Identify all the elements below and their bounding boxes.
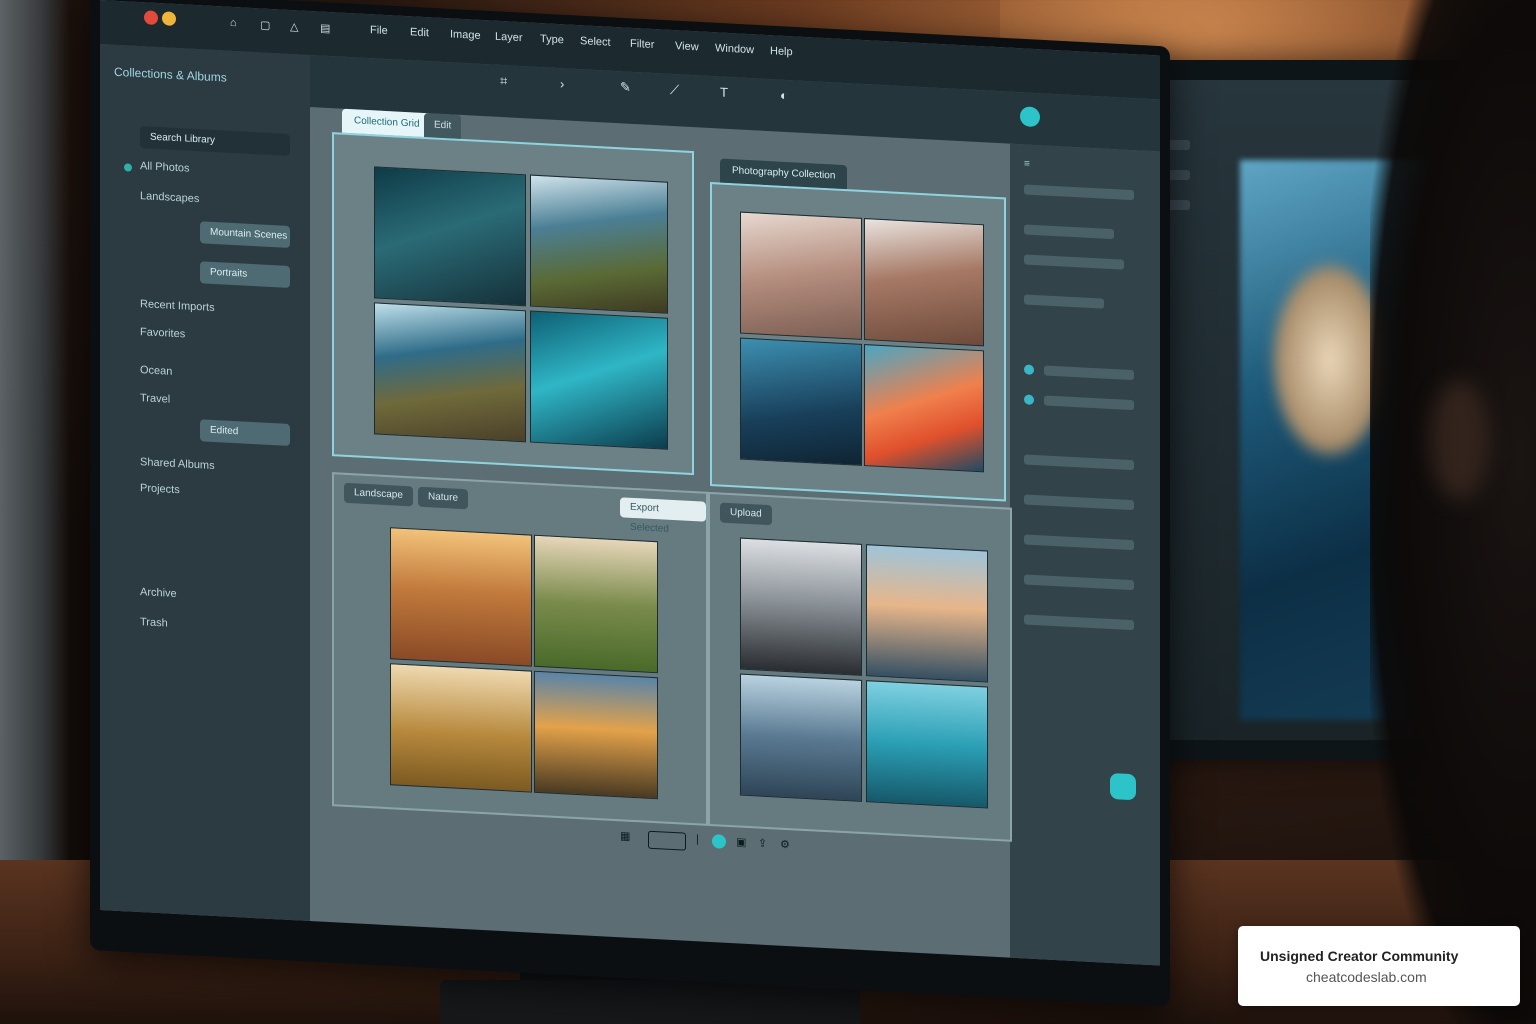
image-icon[interactable]: ▣	[736, 835, 746, 849]
move-icon[interactable]: ›	[560, 76, 564, 91]
sidebar-item-favorites[interactable]: Favorites	[140, 326, 185, 340]
thumbnail-mountain-lake[interactable]	[530, 174, 668, 314]
grid-view-icon[interactable]: ▦	[620, 829, 630, 843]
panels-icon[interactable]: ▤	[320, 22, 330, 36]
sidebar-item-projects[interactable]: Projects	[140, 482, 180, 496]
thumbnail-orange-figure[interactable]	[864, 344, 984, 473]
layers-icon[interactable]: ◐	[780, 88, 788, 103]
share-icon[interactable]: ⇪	[758, 836, 767, 849]
minimize-window-button[interactable]	[162, 11, 176, 26]
thumbnail-portrait-man[interactable]	[740, 337, 862, 466]
menu-image[interactable]: Image	[450, 28, 481, 42]
thumbnail-underwater[interactable]	[374, 166, 526, 307]
slider-track[interactable]	[1024, 494, 1134, 511]
thumbnail-coastal-rocks[interactable]	[740, 211, 862, 340]
photo-panel-2: Photography Collection	[710, 158, 1006, 502]
toggle-switch[interactable]	[1024, 364, 1034, 375]
watermark-title: Unsigned Creator Community	[1260, 948, 1459, 964]
home-icon[interactable]: ⌂	[230, 17, 237, 29]
sidebar-title: Collections & Albums	[114, 64, 227, 85]
photo-panel-3: Landscape Nature Export Selected	[332, 472, 708, 826]
menu-filter[interactable]: Filter	[630, 38, 654, 51]
slider-track[interactable]	[1024, 534, 1134, 551]
alert-icon[interactable]: △	[290, 20, 298, 33]
menu-help[interactable]: Help	[770, 45, 793, 58]
record-button[interactable]	[712, 834, 726, 849]
crop-icon[interactable]: ⌗	[500, 73, 507, 89]
property-row[interactable]	[1024, 254, 1124, 270]
sidebar-item-archive[interactable]: Archive	[140, 586, 177, 600]
photo-panel-1: Collection Grid Edit	[332, 108, 694, 476]
tab-landscape[interactable]: Landscape	[344, 482, 413, 507]
main-screen: ⌂ ▢ △ ▤ File Edit Image Layer Type Selec…	[100, 0, 1160, 966]
sidebar-item-travel[interactable]: Travel	[140, 392, 170, 406]
toggle-switch[interactable]	[1024, 394, 1034, 405]
bottom-toolbar: ▦ | ▣ ⇪ ⚙	[620, 827, 820, 861]
sidebar-item-recent[interactable]: Recent Imports	[140, 298, 215, 314]
properties-panel: ≡	[1010, 143, 1160, 966]
upload-button[interactable]: Upload	[720, 502, 772, 526]
menu-select[interactable]: Select	[580, 35, 611, 49]
divider-icon: |	[696, 833, 699, 846]
close-window-button[interactable]	[144, 10, 158, 26]
thumbnail-palm-field[interactable]	[534, 534, 658, 674]
menu-type[interactable]: Type	[540, 33, 564, 46]
menu-file[interactable]: File	[370, 24, 388, 37]
sidebar-item-all-photos[interactable]: All Photos	[140, 160, 190, 175]
slider-track[interactable]	[1024, 574, 1134, 591]
property-row[interactable]	[1024, 294, 1104, 309]
menu-edit[interactable]: Edit	[410, 26, 429, 39]
menu-window[interactable]: Window	[715, 42, 754, 56]
tab-edit[interactable]: Edit	[424, 112, 462, 139]
pen-icon[interactable]: ⟋	[670, 82, 679, 98]
person-silhouette	[1370, 0, 1536, 1024]
slider-track[interactable]	[1024, 454, 1134, 471]
export-selected-button[interactable]: Export Selected	[620, 497, 706, 535]
watermark-url: cheatcodeslab.com	[1306, 969, 1427, 985]
menu-layer[interactable]: Layer	[495, 31, 523, 44]
thumbnail-sea-figure[interactable]	[866, 680, 988, 809]
thumbnail-mountain-valley[interactable]	[374, 302, 526, 443]
sidebar: Collections & Albums Search Library All …	[100, 44, 310, 922]
sidebar-item-ocean[interactable]: Ocean	[140, 364, 172, 378]
thumbnail-portrait-woman[interactable]	[740, 537, 862, 676]
photo-panel-4: Upload	[708, 491, 1012, 842]
sidebar-item-mountain-scenes[interactable]: Mountain Scenes	[200, 221, 290, 248]
file-icon[interactable]: ▢	[260, 18, 270, 32]
bullet-icon	[124, 163, 132, 172]
properties-heading: ≡	[1024, 158, 1030, 170]
tab-photography-collection[interactable]: Photography Collection	[720, 158, 848, 190]
property-row[interactable]	[1044, 365, 1134, 381]
text-icon[interactable]: T	[720, 84, 728, 99]
thumbnail-sunset-dunes[interactable]	[390, 527, 532, 667]
thumbnail-desert-peak[interactable]	[864, 218, 984, 347]
brush-icon[interactable]: ✎	[620, 79, 631, 96]
user-avatar[interactable]	[1020, 106, 1040, 128]
property-row[interactable]	[1044, 395, 1134, 411]
watermark-card: Unsigned Creator Community cheatcodeslab…	[1238, 926, 1520, 1006]
settings-icon[interactable]: ⚙	[780, 838, 790, 852]
slider-track[interactable]	[1024, 614, 1134, 631]
menu-view[interactable]: View	[675, 40, 699, 53]
sidebar-item-edited[interactable]: Edited	[200, 419, 290, 446]
zoom-field[interactable]	[648, 830, 686, 851]
sidebar-item-landscapes[interactable]: Landscapes	[140, 190, 199, 205]
sidebar-item-shared[interactable]: Shared Albums	[140, 456, 215, 472]
thumbnail-lake-reflection[interactable]	[866, 544, 988, 683]
sidebar-item-trash[interactable]: Trash	[140, 616, 168, 629]
add-button[interactable]	[1110, 772, 1136, 801]
tab-nature[interactable]: Nature	[418, 486, 469, 510]
thumbnail-family-field[interactable]	[390, 663, 532, 793]
property-row[interactable]	[1024, 224, 1114, 240]
thumbnail-castle-island[interactable]	[740, 673, 862, 802]
person-ear	[1430, 380, 1490, 500]
tab-collection-grid[interactable]: Collection Grid	[342, 108, 432, 138]
property-row[interactable]	[1024, 184, 1134, 201]
thumbnail-sunset-road[interactable]	[534, 670, 658, 800]
sidebar-item-portraits[interactable]: Portraits	[200, 261, 290, 288]
thumbnail-ocean-wave[interactable]	[530, 310, 668, 450]
search-input[interactable]: Search Library	[140, 126, 290, 156]
